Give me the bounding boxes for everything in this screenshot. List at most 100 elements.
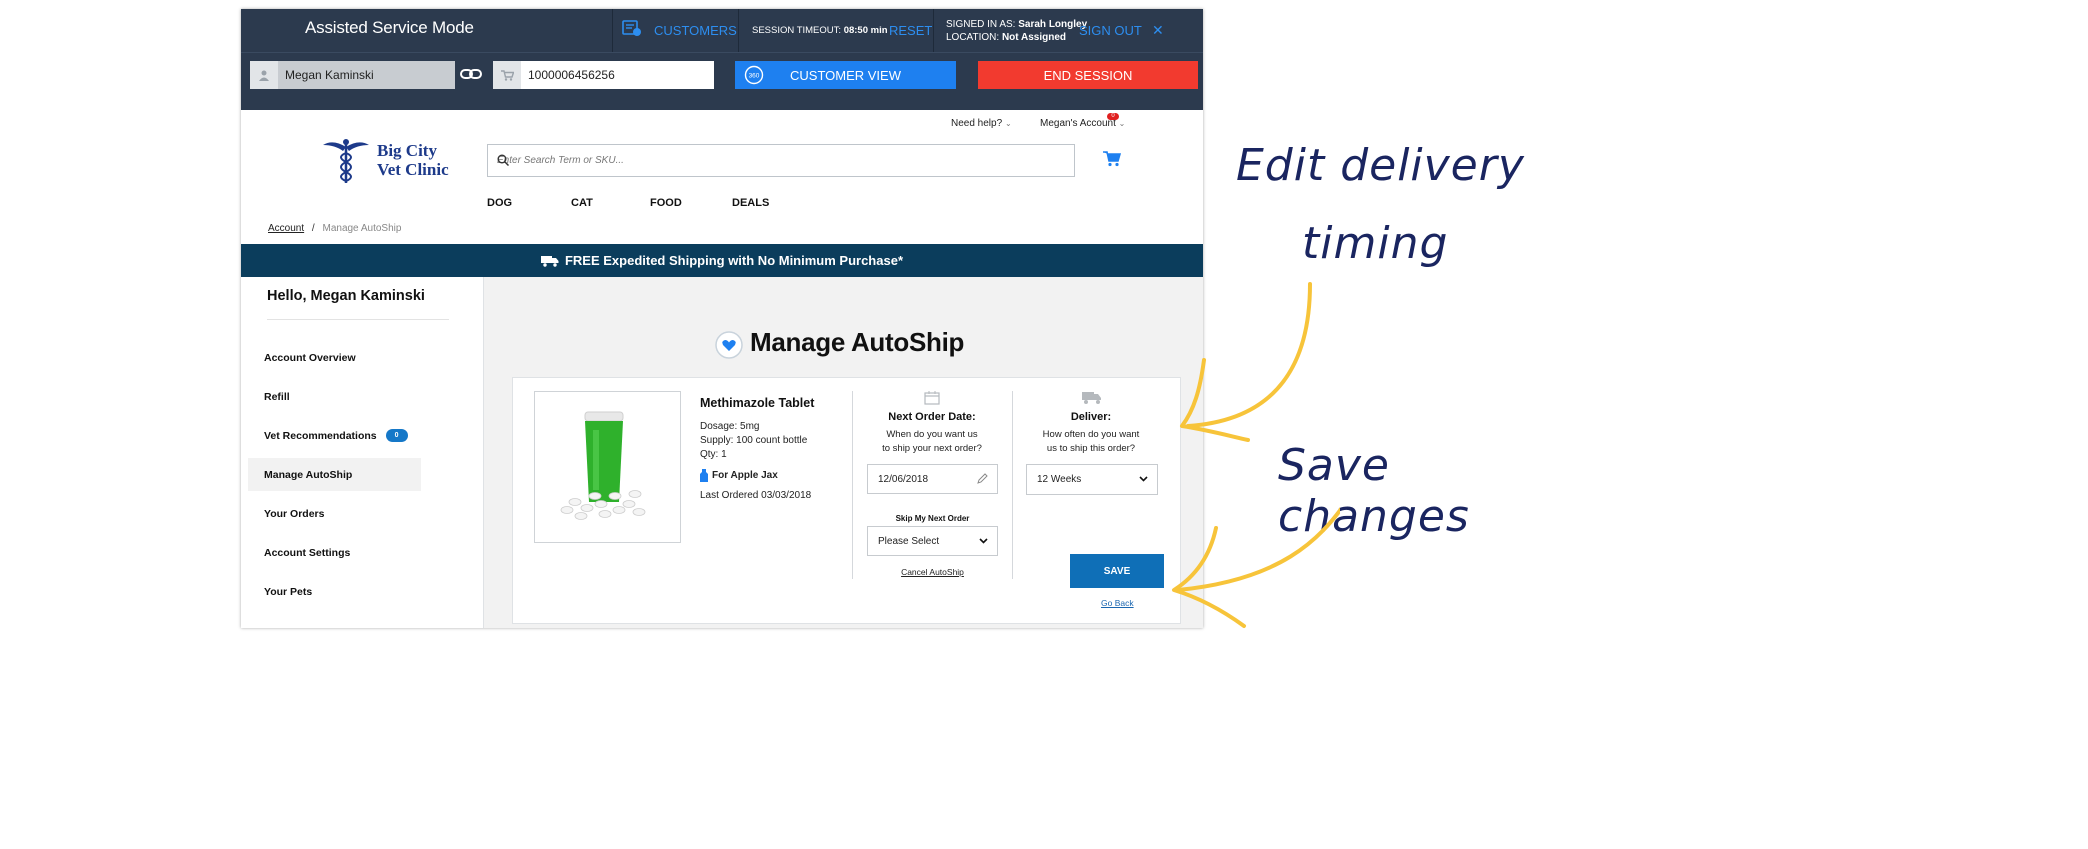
annotation-edit-line-1: Edit delivery [1236, 140, 1525, 191]
need-help-label: Need help? [951, 118, 1003, 129]
truck-icon [540, 255, 559, 267]
product-dosage: Dosage: 5mg [700, 421, 760, 432]
chevron-down-icon [979, 536, 988, 547]
search-input[interactable]: Enter Search Term or SKU... [487, 144, 1075, 177]
customer-360-icon-text: 360 [749, 73, 760, 80]
customers-label: CUSTOMERS [654, 23, 737, 38]
sign-out-label: SIGN OUT [1079, 23, 1142, 38]
divider [852, 391, 853, 579]
nav-dog[interactable]: DOG [487, 197, 512, 209]
sidebar-item-vet-recommendations[interactable]: Vet Recommendations 0 [248, 419, 421, 452]
autoship-heart-icon [715, 331, 743, 364]
divider [267, 319, 449, 320]
next-order-date-value: 12/06/2018 [878, 473, 929, 485]
sidebar-item-account-overview[interactable]: Account Overview [248, 341, 421, 374]
customers-button[interactable]: CUSTOMERS [622, 9, 737, 52]
sidebar-item-your-pets[interactable]: Your Pets [248, 575, 421, 608]
sidebar-item-your-orders[interactable]: Your Orders [248, 497, 421, 530]
cart-icon [493, 61, 521, 89]
chevron-down-icon: ⌄ [1004, 119, 1012, 128]
skip-order-select[interactable]: Please Select [867, 526, 998, 556]
breadcrumb: Account / Manage AutoShip [268, 223, 401, 234]
cart-icon[interactable] [1103, 151, 1122, 172]
chevron-down-icon [1139, 474, 1148, 485]
caduceus-logo-icon[interactable] [321, 137, 371, 190]
next-order-question-line-2: to ship your next order? [882, 443, 982, 454]
save-button[interactable]: SAVE [1070, 554, 1164, 588]
delivery-frequency-value: 12 Weeks [1037, 474, 1082, 485]
calendar-icon [924, 391, 940, 410]
asm-bar: Assisted Service Mode CUSTOMERS SESSION … [241, 9, 1203, 110]
end-session-button[interactable]: END SESSION [978, 61, 1198, 89]
pet-name: For Apple Jax [712, 470, 778, 481]
last-ordered: Last Ordered 03/03/2018 [700, 490, 812, 501]
sidebar-item-label: Account Overview [264, 351, 356, 364]
need-help-menu[interactable]: Need help? ⌄ [951, 118, 1012, 129]
go-back-link[interactable]: Go Back [1101, 598, 1134, 608]
breadcrumb-separator: / [311, 223, 315, 234]
reset-label: RESET [889, 23, 933, 38]
next-order-question: When do you want us to ship your next or… [857, 428, 1007, 456]
divider [933, 9, 934, 52]
next-order-title: Next Order Date: [888, 411, 976, 423]
sidebar-item-label: Your Orders [264, 507, 325, 520]
truck-icon [1082, 391, 1102, 410]
sidebar-item-manage-autoship[interactable]: Manage AutoShip [248, 458, 421, 491]
session-timeout-label: SESSION TIMEOUT: [752, 25, 842, 36]
divider [1012, 391, 1013, 579]
user-icon [250, 61, 278, 89]
sidebar-item-label: Refill [264, 390, 290, 403]
logo-line-1: Big City [377, 141, 437, 160]
product-supply: Supply: 100 count bottle [700, 435, 808, 446]
reset-button[interactable]: RESET [889, 9, 932, 52]
nav-food[interactable]: FOOD [650, 197, 682, 209]
logo-line-2: Vet Clinic [377, 160, 449, 179]
cancel-autoship-link[interactable]: Cancel AutoShip [867, 567, 998, 577]
sidebar-item-label: Vet Recommendations [264, 429, 377, 442]
nav-deals[interactable]: DEALS [732, 197, 769, 209]
end-session-label: END SESSION [1043, 67, 1133, 83]
next-order-question-line-1: When do you want us [886, 429, 978, 440]
pencil-icon [977, 473, 988, 486]
sign-out-button[interactable]: SIGN OUT [1079, 9, 1142, 52]
divider [612, 9, 613, 52]
nav-cat[interactable]: CAT [571, 197, 593, 209]
pet-tag: For Apple Jax [700, 469, 778, 482]
account-menu-label: Megan's Account [1040, 118, 1116, 129]
agent-info: SIGNED IN AS: Sarah Longley LOCATION: No… [946, 9, 1087, 52]
greeting: Hello, Megan Kaminski [267, 288, 425, 304]
arrow-head [1172, 526, 1246, 628]
breadcrumb-account-link[interactable]: Account [268, 223, 304, 234]
pet-bottle-icon [700, 469, 708, 482]
count-badge: 0 [385, 429, 408, 442]
save-label: SAVE [1103, 565, 1131, 577]
arrow-to-save [1176, 507, 1340, 592]
annotation-edit-line-2: timing [1302, 218, 1449, 269]
sidebar-item-account-settings[interactable]: Account Settings [248, 536, 421, 569]
sidebar-item-label: Your Pets [264, 585, 313, 598]
customer-name-field[interactable]: Megan Kaminski [250, 61, 455, 89]
annotation-arrows [1172, 282, 1340, 628]
page-title: Manage AutoShip [750, 327, 965, 357]
sidebar-item-refill[interactable]: Refill [248, 380, 421, 413]
close-icon[interactable]: ✕ [1152, 9, 1164, 52]
customer-360-icon: 360 [743, 65, 765, 88]
logo-text[interactable]: Big City Vet Clinic [377, 141, 449, 179]
delivery-frequency-select[interactable]: 12 Weeks [1026, 464, 1158, 495]
search-icon[interactable] [497, 154, 1065, 169]
customer-view-button[interactable]: 360 CUSTOMER VIEW [735, 61, 956, 89]
product-name: Methimazole Tablet [700, 396, 815, 410]
asm-top-row: Assisted Service Mode CUSTOMERS SESSION … [241, 9, 1203, 52]
next-order-date-field[interactable]: 12/06/2018 [867, 464, 998, 494]
location-label: LOCATION: [946, 31, 1000, 43]
session-timeout-value: 08:50 min [843, 25, 888, 36]
breadcrumb-current: Manage AutoShip [322, 223, 402, 234]
chevron-down-icon: ⌄ [1118, 119, 1126, 128]
cart-id-field[interactable]: 1000006456256 [493, 61, 714, 89]
skip-order-label: Skip My Next Order [895, 514, 970, 523]
deliver-question-line-1: How often do you want [1042, 429, 1140, 440]
location-value: Not Assigned [1001, 31, 1067, 43]
asm-title: Assisted Service Mode [305, 18, 474, 37]
promo-banner: FREE Expedited Shipping with No Minimum … [241, 244, 1203, 277]
link-icon[interactable] [460, 67, 482, 86]
